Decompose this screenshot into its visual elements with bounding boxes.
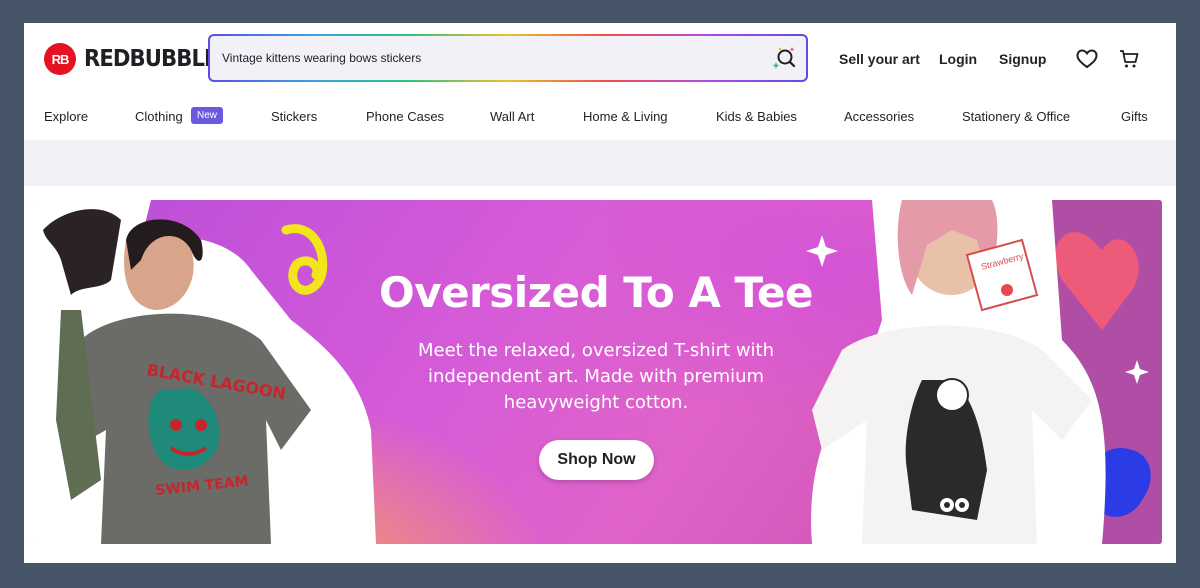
search-input[interactable]: [222, 36, 762, 80]
nav-item-gifts[interactable]: Gifts: [1121, 109, 1148, 124]
logo-wordmark: REDBUBBLE: [84, 46, 218, 72]
nav-item-stickers[interactable]: Stickers: [271, 109, 317, 124]
nav-item-clothing[interactable]: Clothing: [135, 109, 183, 124]
browser-window: RB REDBUBBLE Sell your art Login Sign: [24, 23, 1176, 563]
sell-your-art-link[interactable]: Sell your art: [839, 51, 920, 67]
category-nav: Explore Clothing New Stickers Phone Case…: [24, 103, 1176, 131]
logo-mark: RB: [44, 43, 76, 75]
promo-strip: [24, 140, 1176, 186]
site-header: RB REDBUBBLE Sell your art Login Sign: [24, 23, 1176, 95]
nav-item-explore[interactable]: Explore: [44, 109, 88, 124]
nav-item-home-living[interactable]: Home & Living: [583, 109, 668, 124]
nav-item-wall-art[interactable]: Wall Art: [490, 109, 534, 124]
hero-subtitle: Meet the relaxed, oversized T-shirt with…: [417, 340, 775, 413]
nav-item-accessories[interactable]: Accessories: [844, 109, 914, 124]
cart-icon[interactable]: [1118, 48, 1140, 70]
nav-item-kids-babies[interactable]: Kids & Babies: [716, 109, 797, 124]
heart-icon[interactable]: [1076, 48, 1098, 70]
search-bar: [208, 34, 808, 82]
nav-item-stationery-office[interactable]: Stationery & Office: [962, 109, 1070, 124]
shop-now-button[interactable]: Shop Now: [539, 440, 654, 480]
hero-title: Oversized To A Tee: [378, 268, 814, 317]
hero-model-right-image: Strawberry: [806, 200, 1162, 544]
hero-banner[interactable]: BLACK LAGOON SWIM TEAM Strawberry Oversi…: [31, 200, 1162, 544]
hero-model-left-image: BLACK LAGOON SWIM TEAM: [31, 200, 376, 544]
search-box: [210, 36, 806, 80]
new-badge: New: [191, 107, 224, 124]
sparkle-search-icon[interactable]: [770, 44, 798, 72]
login-link[interactable]: Login: [939, 51, 977, 67]
signup-link[interactable]: Signup: [999, 51, 1046, 67]
redbubble-logo[interactable]: RB REDBUBBLE: [44, 43, 229, 75]
logo-mark-text: RB: [51, 51, 70, 67]
nav-item-phone-cases[interactable]: Phone Cases: [366, 109, 444, 124]
